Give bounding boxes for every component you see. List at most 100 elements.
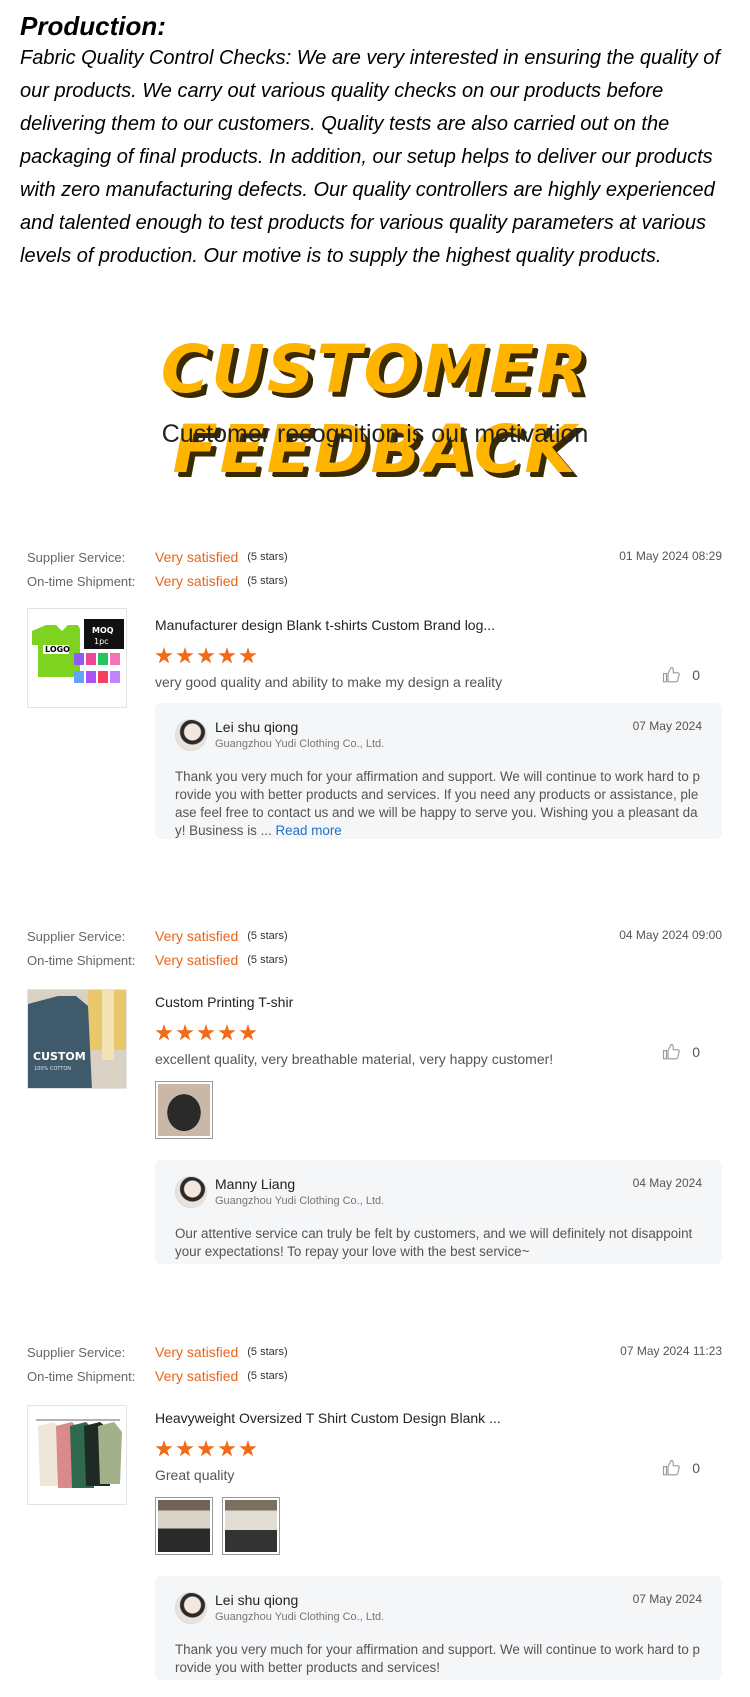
review-card: Supplier Service: Very satisfied (5 star… bbox=[27, 924, 722, 1279]
svg-text:1pc: 1pc bbox=[94, 637, 109, 646]
seller-reply: Lei shu qiong Guangzhou Yudi Clothing Co… bbox=[155, 703, 722, 839]
reply-date: 04 May 2024 bbox=[632, 1176, 702, 1190]
product-title-link[interactable]: Heavyweight Oversized T Shirt Custom Des… bbox=[155, 1410, 722, 1430]
on-time-shipment-stars: (5 stars) bbox=[247, 575, 288, 587]
reply-author-name: Manny Liang bbox=[215, 1176, 296, 1192]
supplier-service-value: Very satisfied bbox=[155, 928, 239, 944]
supplier-service-label: Supplier Service: bbox=[27, 549, 126, 565]
supplier-service-value: Very satisfied bbox=[155, 549, 239, 565]
review-photos bbox=[155, 1497, 280, 1555]
star-icon bbox=[197, 1024, 215, 1041]
supplier-service-value: Very satisfied bbox=[155, 1344, 239, 1360]
star-icon bbox=[218, 1440, 236, 1457]
star-icon bbox=[197, 647, 215, 664]
read-more-link[interactable]: Read more bbox=[275, 823, 341, 838]
reply-text: Our attentive service can truly be felt … bbox=[175, 1226, 693, 1259]
on-time-shipment-label: On-time Shipment: bbox=[27, 1368, 136, 1384]
star-icon bbox=[218, 1024, 236, 1041]
on-time-shipment-label: On-time Shipment: bbox=[27, 952, 136, 968]
supplier-service-row: Supplier Service: Very satisfied (5 star… bbox=[27, 545, 722, 569]
star-icon bbox=[239, 1024, 257, 1041]
tshirt-product-image bbox=[28, 1406, 126, 1504]
product-title-link[interactable]: Manufacturer design Blank t-shirts Custo… bbox=[155, 617, 722, 637]
like-button[interactable]: 0 bbox=[662, 1043, 700, 1061]
reply-author-name: Lei shu qiong bbox=[215, 1592, 299, 1608]
reply-text: Thank you very much for your affirmation… bbox=[175, 768, 702, 840]
thumbs-up-icon bbox=[663, 666, 681, 683]
star-icon bbox=[218, 647, 236, 664]
product-info: Custom Printing T-shir excellent quality… bbox=[155, 994, 722, 1067]
supplier-service-row: Supplier Service: Very satisfied (5 star… bbox=[27, 924, 722, 948]
svg-text:100% COTTON: 100% COTTON bbox=[34, 1066, 71, 1072]
banner-title: CUSTOMER FEEDBACK bbox=[160, 331, 590, 488]
svg-text:LOGO: LOGO bbox=[45, 645, 70, 654]
star-icon bbox=[176, 1440, 194, 1457]
on-time-shipment-stars: (5 stars) bbox=[247, 1370, 288, 1382]
review-date: 01 May 2024 08:29 bbox=[619, 549, 722, 563]
reply-company: Guangzhou Yudi Clothing Co., Ltd. bbox=[215, 738, 385, 750]
star-icon bbox=[155, 1440, 173, 1457]
review-photos bbox=[155, 1081, 213, 1139]
like-button[interactable]: 0 bbox=[662, 666, 700, 684]
supplier-service-stars: (5 stars) bbox=[247, 1346, 288, 1358]
star-icon bbox=[155, 1024, 173, 1041]
on-time-shipment-value: Very satisfied bbox=[155, 1368, 239, 1384]
reply-header: Lei shu qiong Guangzhou Yudi Clothing Co… bbox=[175, 1592, 702, 1628]
review-photo[interactable] bbox=[155, 1081, 213, 1139]
review-card: Supplier Service: Very satisfied (5 star… bbox=[27, 545, 722, 845]
reply-author-name: Lei shu qiong bbox=[215, 719, 299, 735]
star-icon bbox=[155, 647, 173, 664]
reply-company: Guangzhou Yudi Clothing Co., Ltd. bbox=[215, 1195, 385, 1207]
reply-text-body: Thank you very much for your affirmation… bbox=[175, 769, 700, 838]
reply-date: 07 May 2024 bbox=[632, 719, 702, 733]
thumbs-up-icon bbox=[663, 1459, 681, 1476]
review-comment: very good quality and ability to make my… bbox=[155, 674, 503, 690]
production-heading: Production: bbox=[20, 11, 166, 41]
on-time-shipment-row: On-time Shipment: Very satisfied (5 star… bbox=[27, 569, 722, 593]
seller-reply: Lei shu qiong Guangzhou Yudi Clothing Co… bbox=[155, 1576, 722, 1680]
on-time-shipment-value: Very satisfied bbox=[155, 573, 239, 589]
production-section: Production: Fabric Quality Control Check… bbox=[20, 10, 735, 273]
like-count: 0 bbox=[692, 1044, 700, 1060]
avatar bbox=[175, 719, 207, 751]
product-info: Manufacturer design Blank t-shirts Custo… bbox=[155, 617, 722, 690]
star-icon bbox=[176, 647, 194, 664]
star-icon bbox=[176, 1024, 194, 1041]
like-count: 0 bbox=[692, 667, 700, 683]
star-icon bbox=[197, 1440, 215, 1457]
product-info: Heavyweight Oversized T Shirt Custom Des… bbox=[155, 1410, 722, 1483]
rating-stars bbox=[155, 647, 722, 667]
avatar bbox=[175, 1592, 207, 1624]
reply-header: Lei shu qiong Guangzhou Yudi Clothing Co… bbox=[175, 719, 702, 755]
reply-header: Manny Liang Guangzhou Yudi Clothing Co.,… bbox=[175, 1176, 702, 1212]
review-comment: Great quality bbox=[155, 1467, 235, 1483]
product-title-link[interactable]: Custom Printing T-shir bbox=[155, 994, 722, 1014]
on-time-shipment-stars: (5 stars) bbox=[247, 954, 288, 966]
review-date: 04 May 2024 09:00 bbox=[619, 928, 722, 942]
review-card: Supplier Service: Very satisfied (5 star… bbox=[27, 1340, 722, 1690]
supplier-service-stars: (5 stars) bbox=[247, 551, 288, 563]
review-comment: excellent quality, very breathable mater… bbox=[155, 1051, 554, 1067]
thumbs-up-icon bbox=[663, 1043, 681, 1060]
review-photo[interactable] bbox=[155, 1497, 213, 1555]
seller-reply: Manny Liang Guangzhou Yudi Clothing Co.,… bbox=[155, 1160, 722, 1264]
customer-feedback-banner: CUSTOMER FEEDBACK Customer recognition i… bbox=[0, 330, 750, 488]
product-thumbnail[interactable]: LOGO MOQ 1pc bbox=[27, 608, 127, 708]
review-photo[interactable] bbox=[222, 1497, 280, 1555]
supplier-service-stars: (5 stars) bbox=[247, 930, 288, 942]
svg-text:MOQ: MOQ bbox=[92, 626, 114, 635]
review-date: 07 May 2024 11:23 bbox=[620, 1344, 722, 1358]
on-time-shipment-value: Very satisfied bbox=[155, 952, 239, 968]
reply-text: Thank you very much for your affirmation… bbox=[175, 1642, 700, 1675]
reply-date: 07 May 2024 bbox=[632, 1592, 702, 1606]
product-thumbnail[interactable]: CUSTOM 100% COTTON bbox=[27, 989, 127, 1089]
on-time-shipment-row: On-time Shipment: Very satisfied (5 star… bbox=[27, 1364, 722, 1388]
product-thumbnail[interactable] bbox=[27, 1405, 127, 1505]
supplier-service-label: Supplier Service: bbox=[27, 1344, 126, 1360]
tshirt-product-image: LOGO MOQ 1pc bbox=[28, 609, 126, 707]
star-icon bbox=[239, 1440, 257, 1457]
tshirt-product-image: CUSTOM 100% COTTON bbox=[28, 990, 126, 1088]
like-button[interactable]: 0 bbox=[662, 1459, 700, 1477]
avatar bbox=[175, 1176, 207, 1208]
like-count: 0 bbox=[692, 1460, 700, 1476]
